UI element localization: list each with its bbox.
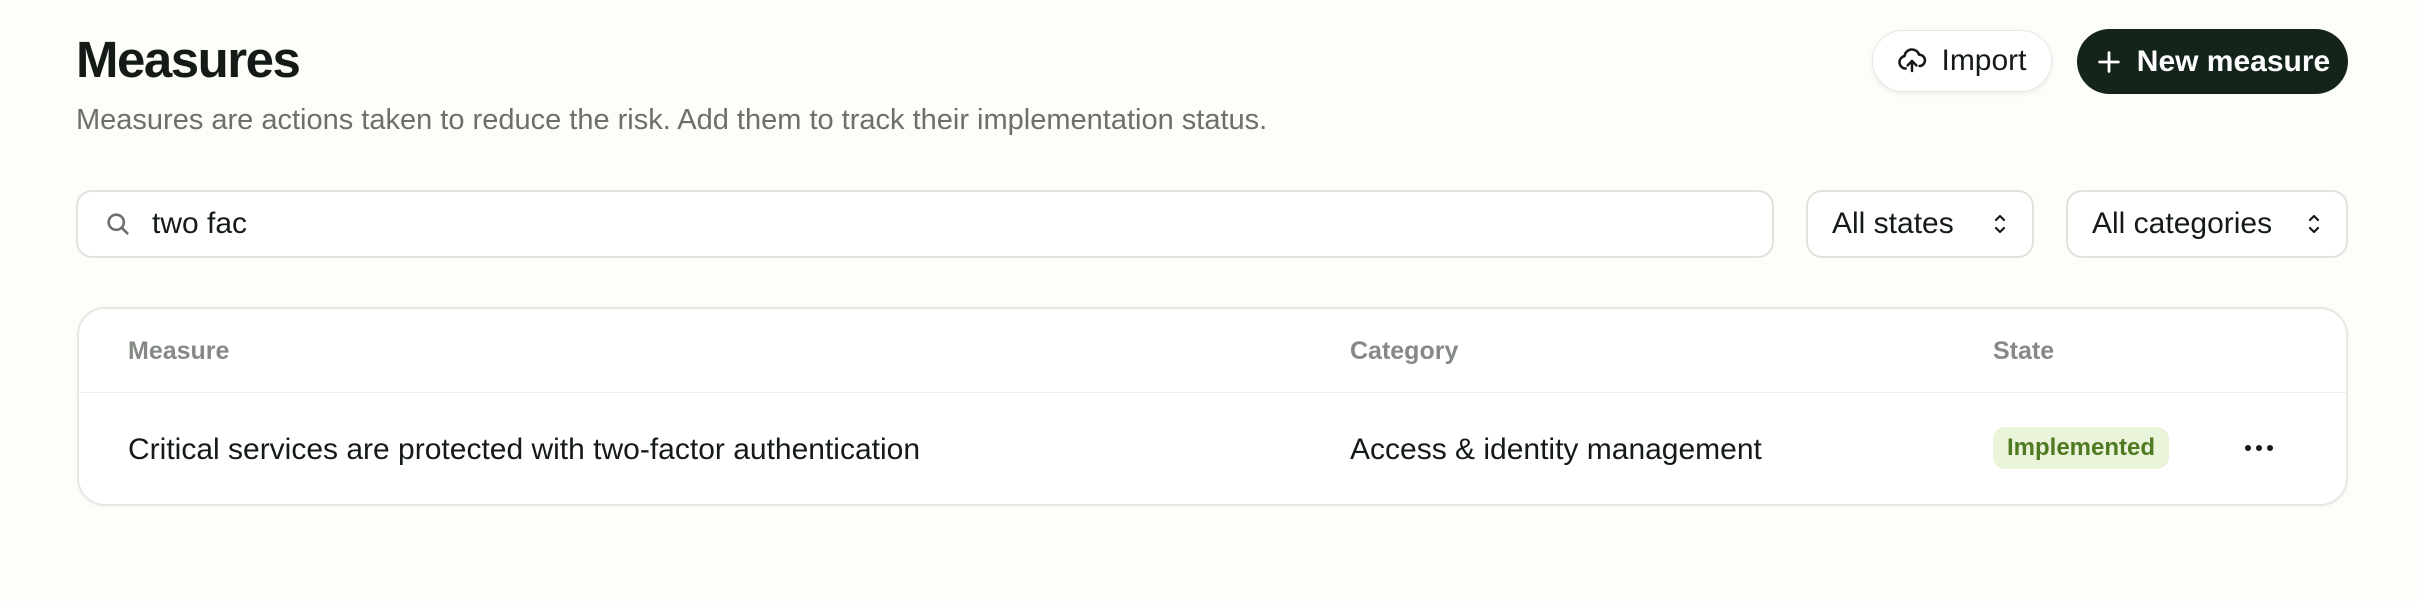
category-filter-select[interactable]: All categories	[2066, 190, 2348, 258]
search-input-value: two fac	[152, 207, 248, 240]
search-icon	[104, 210, 132, 238]
measures-table: Measure Category State Critical services…	[77, 307, 2348, 506]
new-measure-button-label: New measure	[2136, 44, 2331, 78]
status-badge: Implemented	[1993, 427, 2170, 469]
import-button-label: Import	[1941, 44, 2027, 77]
table-row[interactable]: Critical services are protected with two…	[79, 393, 2346, 506]
import-button[interactable]: Import	[1872, 30, 2052, 92]
state-filter-value: All states	[1832, 207, 1954, 240]
plus-icon	[2095, 48, 2123, 76]
more-horizontal-icon	[2244, 443, 2274, 453]
column-header-state[interactable]: State	[1993, 337, 2054, 366]
measure-name: Critical services are protected with two…	[128, 433, 921, 466]
column-header-measure[interactable]: Measure	[128, 337, 229, 366]
row-actions-button[interactable]	[2237, 429, 2281, 467]
new-measure-button[interactable]: New measure	[2077, 29, 2348, 94]
table-header: Measure Category State	[79, 309, 2346, 393]
page-subtitle: Measures are actions taken to reduce the…	[76, 104, 1268, 136]
measures-page: Measures Measures are actions taken to r…	[0, 0, 2418, 602]
measure-category: Access & identity management	[1350, 433, 1762, 466]
cloud-upload-icon	[1897, 46, 1927, 76]
page-title: Measures	[76, 31, 301, 88]
chevron-up-down-icon	[1990, 210, 2010, 238]
chevron-up-down-icon	[2304, 210, 2324, 238]
search-input[interactable]: two fac	[76, 190, 1774, 258]
state-filter-select[interactable]: All states	[1806, 190, 2034, 258]
column-header-category[interactable]: Category	[1350, 337, 1458, 366]
category-filter-value: All categories	[2092, 207, 2273, 240]
